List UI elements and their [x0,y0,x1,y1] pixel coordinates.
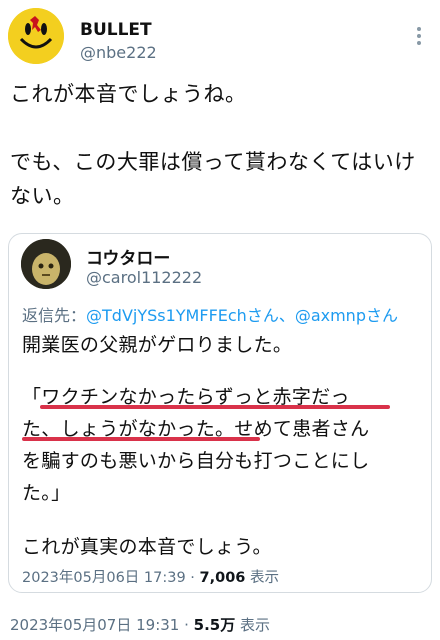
author-avatar[interactable] [8,8,64,64]
tweet-datetime[interactable]: 2023年05月07日 19:31 [10,616,179,634]
highlight-underline [22,437,260,441]
more-options-icon[interactable] [412,24,426,48]
author-name[interactable]: BULLET [80,20,152,40]
views-label: 表示 [245,570,280,586]
highlight-underline [40,405,390,409]
reply-mentions[interactable]: @TdVjYSs1YMFFEchさん、@axmnpさん [86,306,398,325]
reply-prefix: 返信先： [22,306,87,325]
quoted-text-line: を騙すのも悪いから自分も打つことにし [22,450,370,472]
tweet-views-count: 5.5万 [193,616,236,634]
reply-to-line: 返信先：@TdVjYSs1YMFFEchさん、@axmnpさん [22,302,398,326]
figure-avatar-icon [21,239,71,289]
meta-separator: · [185,570,200,586]
quoted-author-handle[interactable]: @carol112222 [86,268,202,287]
views-label: 表示 [235,616,271,634]
smiley-badge-icon [8,8,64,64]
tweet-text-line: ない。 [10,184,75,208]
meta-separator: · [179,616,194,634]
quoted-author-avatar[interactable] [21,239,71,289]
quoted-tweet-meta: 2023年05月06日 17:39 · 7,006 表示 [22,566,279,587]
quoted-author-name[interactable]: コウタロー [86,244,170,269]
quoted-datetime[interactable]: 2023年05月06日 17:39 [22,570,186,586]
quoted-views-count: 7,006 [199,570,246,586]
tweet-text-line: これが本音でしょうね。 [10,82,247,106]
quoted-text-line: これが真実の本音でしょう。 [22,536,272,558]
quoted-text-line: た。」 [22,482,71,504]
tweet-meta: 2023年05月07日 19:31 · 5.5万 表示 [10,614,270,635]
author-handle[interactable]: @nbe222 [80,43,157,62]
quoted-text-line: 開業医の父親がゲロりました。 [22,334,293,356]
tweet-text-line: でも、この大罪は償って貰わなくてはいけ [10,150,416,174]
